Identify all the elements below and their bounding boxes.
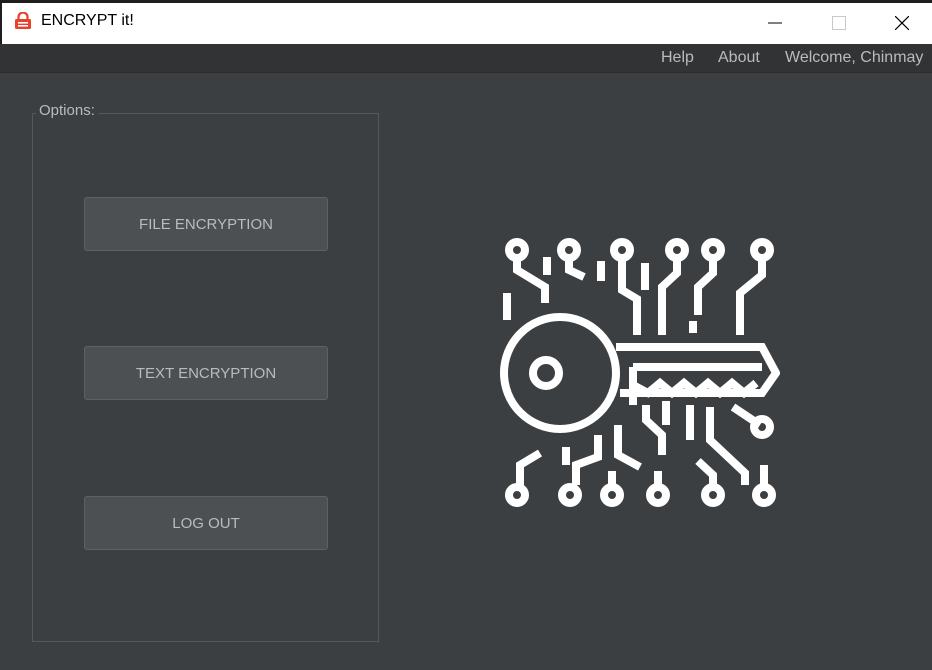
maximize-icon	[832, 16, 846, 30]
log-out-button[interactable]: LOG OUT	[84, 496, 328, 550]
digital-key-icon	[500, 238, 780, 507]
minimize-icon	[768, 22, 782, 24]
menu-help[interactable]: Help	[661, 48, 694, 68]
maximize-button[interactable]	[807, 3, 871, 43]
app-window: ENCRYPT it! Help About Welcome, Chinmay …	[0, 0, 932, 670]
file-encryption-button[interactable]: FILE ENCRYPTION	[84, 197, 328, 251]
options-legend: Options:	[36, 102, 98, 120]
minimize-button[interactable]	[743, 3, 807, 43]
text-encryption-button[interactable]: TEXT ENCRYPTION	[84, 346, 328, 400]
window-title: ENCRYPT it!	[41, 12, 134, 29]
menu-bar: Help About Welcome, Chinmay	[0, 44, 932, 73]
menu-welcome-user[interactable]: Welcome, Chinmay	[785, 48, 923, 68]
close-icon	[895, 16, 909, 30]
menu-about[interactable]: About	[718, 48, 760, 68]
close-button[interactable]	[870, 3, 932, 43]
app-lock-icon	[15, 12, 31, 29]
title-bar: ENCRYPT it!	[0, 0, 932, 44]
